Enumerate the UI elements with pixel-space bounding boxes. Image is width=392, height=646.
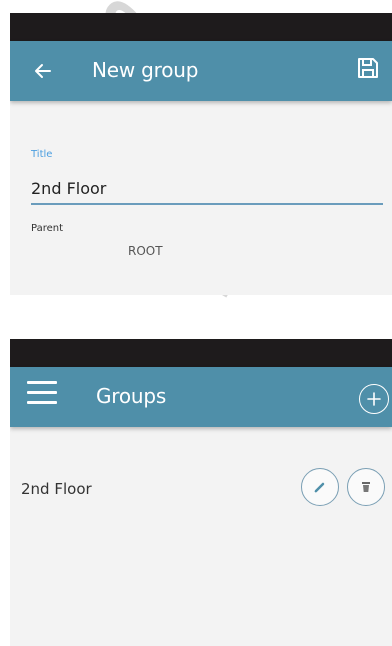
plus-icon <box>367 392 381 406</box>
menu-button[interactable] <box>27 381 57 411</box>
save-button[interactable] <box>356 56 382 84</box>
title-input[interactable] <box>31 173 383 205</box>
title-field-label: Title <box>31 149 53 160</box>
edit-button[interactable] <box>301 468 339 506</box>
pencil-icon <box>314 482 325 493</box>
trash-icon <box>362 482 370 492</box>
parent-select[interactable]: ROOT <box>128 244 163 258</box>
groups-screen: Groups 2nd Floor <box>10 339 392 646</box>
hamburger-menu-icon <box>27 401 57 404</box>
app-bar: Groups <box>10 367 392 427</box>
hamburger-menu-icon <box>27 391 57 394</box>
status-bar <box>10 339 392 367</box>
screen-title: Groups <box>96 384 167 408</box>
back-button[interactable] <box>30 58 56 84</box>
screen-title: New group <box>92 58 199 82</box>
hamburger-menu-icon <box>27 381 57 384</box>
add-group-button[interactable] <box>359 384 389 414</box>
parent-field-label: Parent <box>31 223 64 234</box>
new-group-screen: New group Title Parent ROOT <box>10 13 392 295</box>
delete-button[interactable] <box>347 468 385 506</box>
arrow-left-icon <box>35 64 51 78</box>
status-bar <box>10 13 392 41</box>
floppy-disk-icon <box>358 58 378 78</box>
group-name: 2nd Floor <box>21 480 92 498</box>
list-item[interactable]: 2nd Floor <box>10 467 392 517</box>
app-bar: New group <box>10 41 392 101</box>
